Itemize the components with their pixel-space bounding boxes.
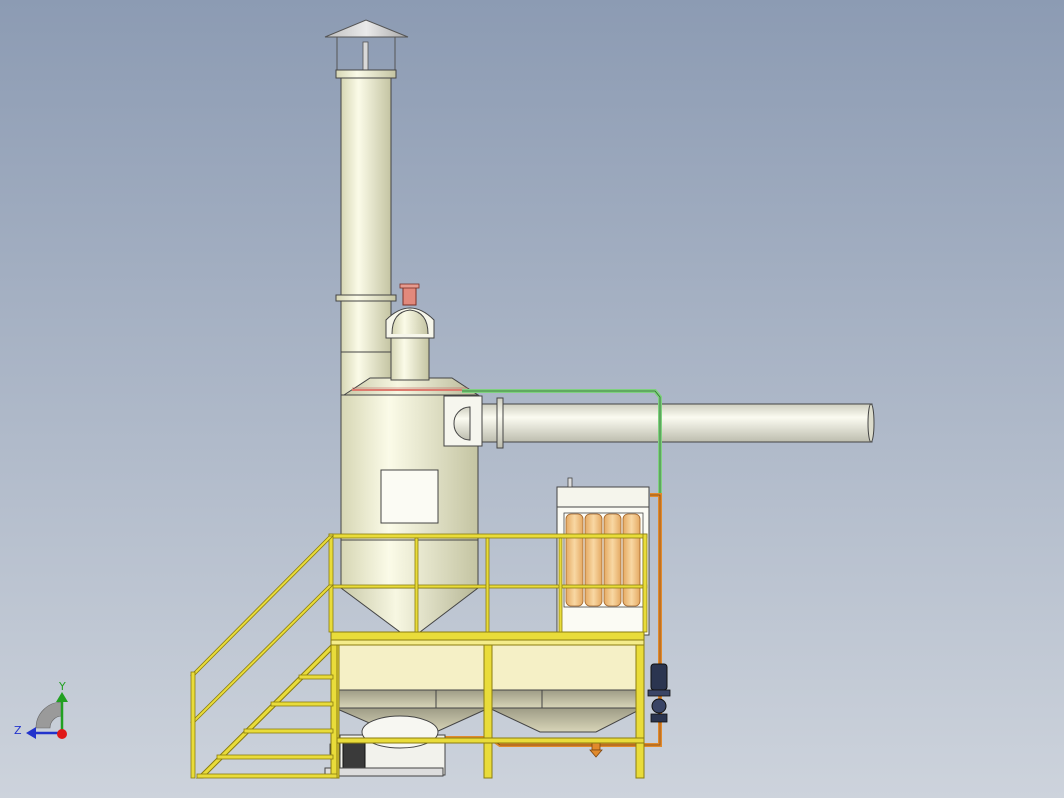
- vent-nozzle: [402, 286, 417, 306]
- inlet-duct[interactable]: [469, 397, 875, 449]
- cartridge-filter-unit[interactable]: [556, 477, 650, 636]
- scrubber-assembly-drawing: Y Z: [0, 0, 1064, 798]
- outlet-pipe: [390, 337, 430, 381]
- filter-cartridge: [603, 513, 622, 607]
- filter-cartridge: [622, 513, 641, 607]
- cad-viewport[interactable]: Y Z: [0, 0, 1064, 798]
- y-axis-label: Y: [58, 680, 66, 693]
- filter-cartridge: [565, 513, 584, 607]
- inspection-hatch[interactable]: [380, 469, 439, 524]
- filter-cartridge: [584, 513, 603, 607]
- z-axis-label: Z: [14, 724, 22, 737]
- origin-dot: [57, 729, 67, 739]
